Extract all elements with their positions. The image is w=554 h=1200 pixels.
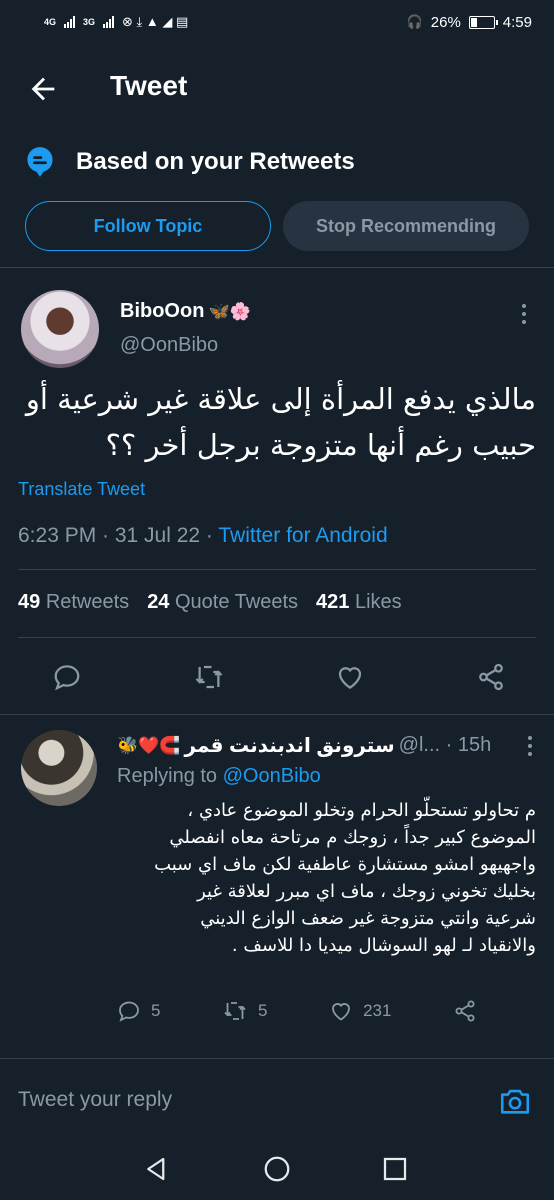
follow-topic-button[interactable]: Follow Topic <box>25 201 271 251</box>
reply-text-line: الموضوع كبير جداً ، زوجك م مرتاحة معاه ا… <box>169 827 536 848</box>
clock: 4:59 <box>502 13 532 31</box>
reply-text-line: بخليك تخوني زوجك ، ماف اي مبرر لعلاقة غي… <box>197 881 536 902</box>
tweet-timestamp: 6:23 PM · 31 Jul 22 · <box>18 524 219 547</box>
likes-stat[interactable]: 421 Likes <box>316 591 402 614</box>
page-title: Tweet <box>110 70 188 101</box>
app-header: Tweet <box>0 52 554 124</box>
topic-context: Based on your Retweets <box>26 146 355 178</box>
nav-back-icon[interactable] <box>142 1154 172 1184</box>
reply-input[interactable]: Tweet your reply <box>18 1088 172 1112</box>
nav-recents-icon[interactable] <box>380 1154 410 1184</box>
system-nav-bar <box>0 1136 554 1200</box>
tweet-actions <box>0 655 554 699</box>
divider <box>0 267 554 268</box>
tweet-source-link[interactable]: Twitter for Android <box>218 524 387 547</box>
reply-actions: 5 5 231 <box>117 996 477 1026</box>
author-handle[interactable]: @OonBibo <box>120 334 218 357</box>
like-count: 231 <box>363 1001 392 1020</box>
like-icon <box>329 999 353 1023</box>
camera-icon[interactable] <box>498 1084 532 1118</box>
reply-author-name: سترونق اندبندنت قمر <box>184 735 395 757</box>
retweet-icon <box>222 999 248 1023</box>
reply-count: 5 <box>151 1001 161 1020</box>
reply-icon <box>117 999 141 1023</box>
tweet-text-line: حبيب رغم أنها متزوجة برجل أخر ؟؟ <box>105 428 536 462</box>
reply-like-button[interactable]: 231 <box>329 999 391 1023</box>
reply-author-emoji: 🐝❤️🧲 <box>117 735 181 755</box>
retweet-icon[interactable] <box>193 662 225 692</box>
replying-to-handle[interactable]: @OonBibo <box>223 765 321 787</box>
replying-to: Replying to @OonBibo <box>117 765 321 787</box>
avatar[interactable] <box>21 290 99 368</box>
reply-text-line: واجهيهو امشو مستشارة عاطفية لكن ماف اي س… <box>154 854 536 875</box>
topic-icon <box>26 146 54 178</box>
reply-handle-time: @l... · 15h <box>398 734 492 756</box>
reply-text-line: م تحاولو تستحلّو الحرام وتخلو الموضوع عا… <box>187 800 536 821</box>
quotes-stat[interactable]: 24 Quote Tweets <box>147 591 298 614</box>
translate-tweet-link[interactable]: Translate Tweet <box>18 479 145 500</box>
status-bar: 4G 3G ⊗ ⤓ ▲ ◢ ▤ 🎧 26% 4:59 <box>0 0 554 44</box>
author-name-row[interactable]: BiboOon 🦋🌸 <box>120 300 251 323</box>
battery-icon <box>468 15 498 29</box>
divider <box>18 637 536 638</box>
share-icon[interactable] <box>476 662 506 692</box>
tweet-text: مالذي يدفع المرأة إلى علاقة غير شرعية أو… <box>18 376 536 468</box>
headset-icon: 🎧 <box>406 14 423 29</box>
reply-text-line: شرعية وانتي متزوجة غير ضعف الوازع الديني <box>200 908 536 929</box>
network-type-2: 3G <box>83 16 96 27</box>
network-type-1: 4G <box>44 16 57 27</box>
tweet-stats: 49 Retweets 24 Quote Tweets 421 Likes <box>18 591 402 614</box>
retweet-count: 5 <box>258 1001 268 1020</box>
nav-home-icon[interactable] <box>262 1154 292 1184</box>
reply-header: 🐝❤️🧲 سترونق اندبندنت قمر @l... · 15h <box>117 733 536 758</box>
context-title: Based on your Retweets <box>76 148 355 175</box>
reply-more-icon[interactable] <box>524 734 536 758</box>
divider <box>0 714 554 715</box>
battery-percent: 26% <box>430 13 461 31</box>
retweets-stat[interactable]: 49 Retweets <box>18 591 129 614</box>
author-name: BiboOon <box>120 300 205 322</box>
reply-retweet-button[interactable]: 5 <box>222 999 268 1023</box>
more-icon[interactable] <box>518 302 530 326</box>
signal-icon-2 <box>103 16 115 28</box>
author-emoji: 🦋🌸 <box>208 301 251 321</box>
reply-icon[interactable] <box>52 662 82 692</box>
tweet-meta: 6:23 PM · 31 Jul 22 · Twitter for Androi… <box>18 524 388 548</box>
reply-text: م تحاولو تستحلّو الحرام وتخلو الموضوع عا… <box>117 797 536 959</box>
back-arrow-icon[interactable] <box>26 72 60 106</box>
reply-avatar[interactable] <box>21 730 97 806</box>
like-icon[interactable] <box>335 662 365 692</box>
reply-reply-button[interactable]: 5 <box>117 999 160 1023</box>
notification-icons: ⊗ ⤓ ▲ ◢ ▤ <box>122 14 189 29</box>
share-icon[interactable] <box>453 999 477 1023</box>
reply-text-line: والانقياد لـ لهو السوشال ميديا دا للاسف … <box>231 935 536 956</box>
divider <box>0 1058 554 1059</box>
reply-author[interactable]: 🐝❤️🧲 سترونق اندبندنت قمر @l... · 15h <box>117 733 491 758</box>
stop-recommending-button[interactable]: Stop Recommending <box>283 201 529 251</box>
divider <box>18 569 536 570</box>
signal-icon <box>64 16 76 28</box>
tweet-text-line: مالذي يدفع المرأة إلى علاقة غير شرعية أو <box>25 382 536 416</box>
